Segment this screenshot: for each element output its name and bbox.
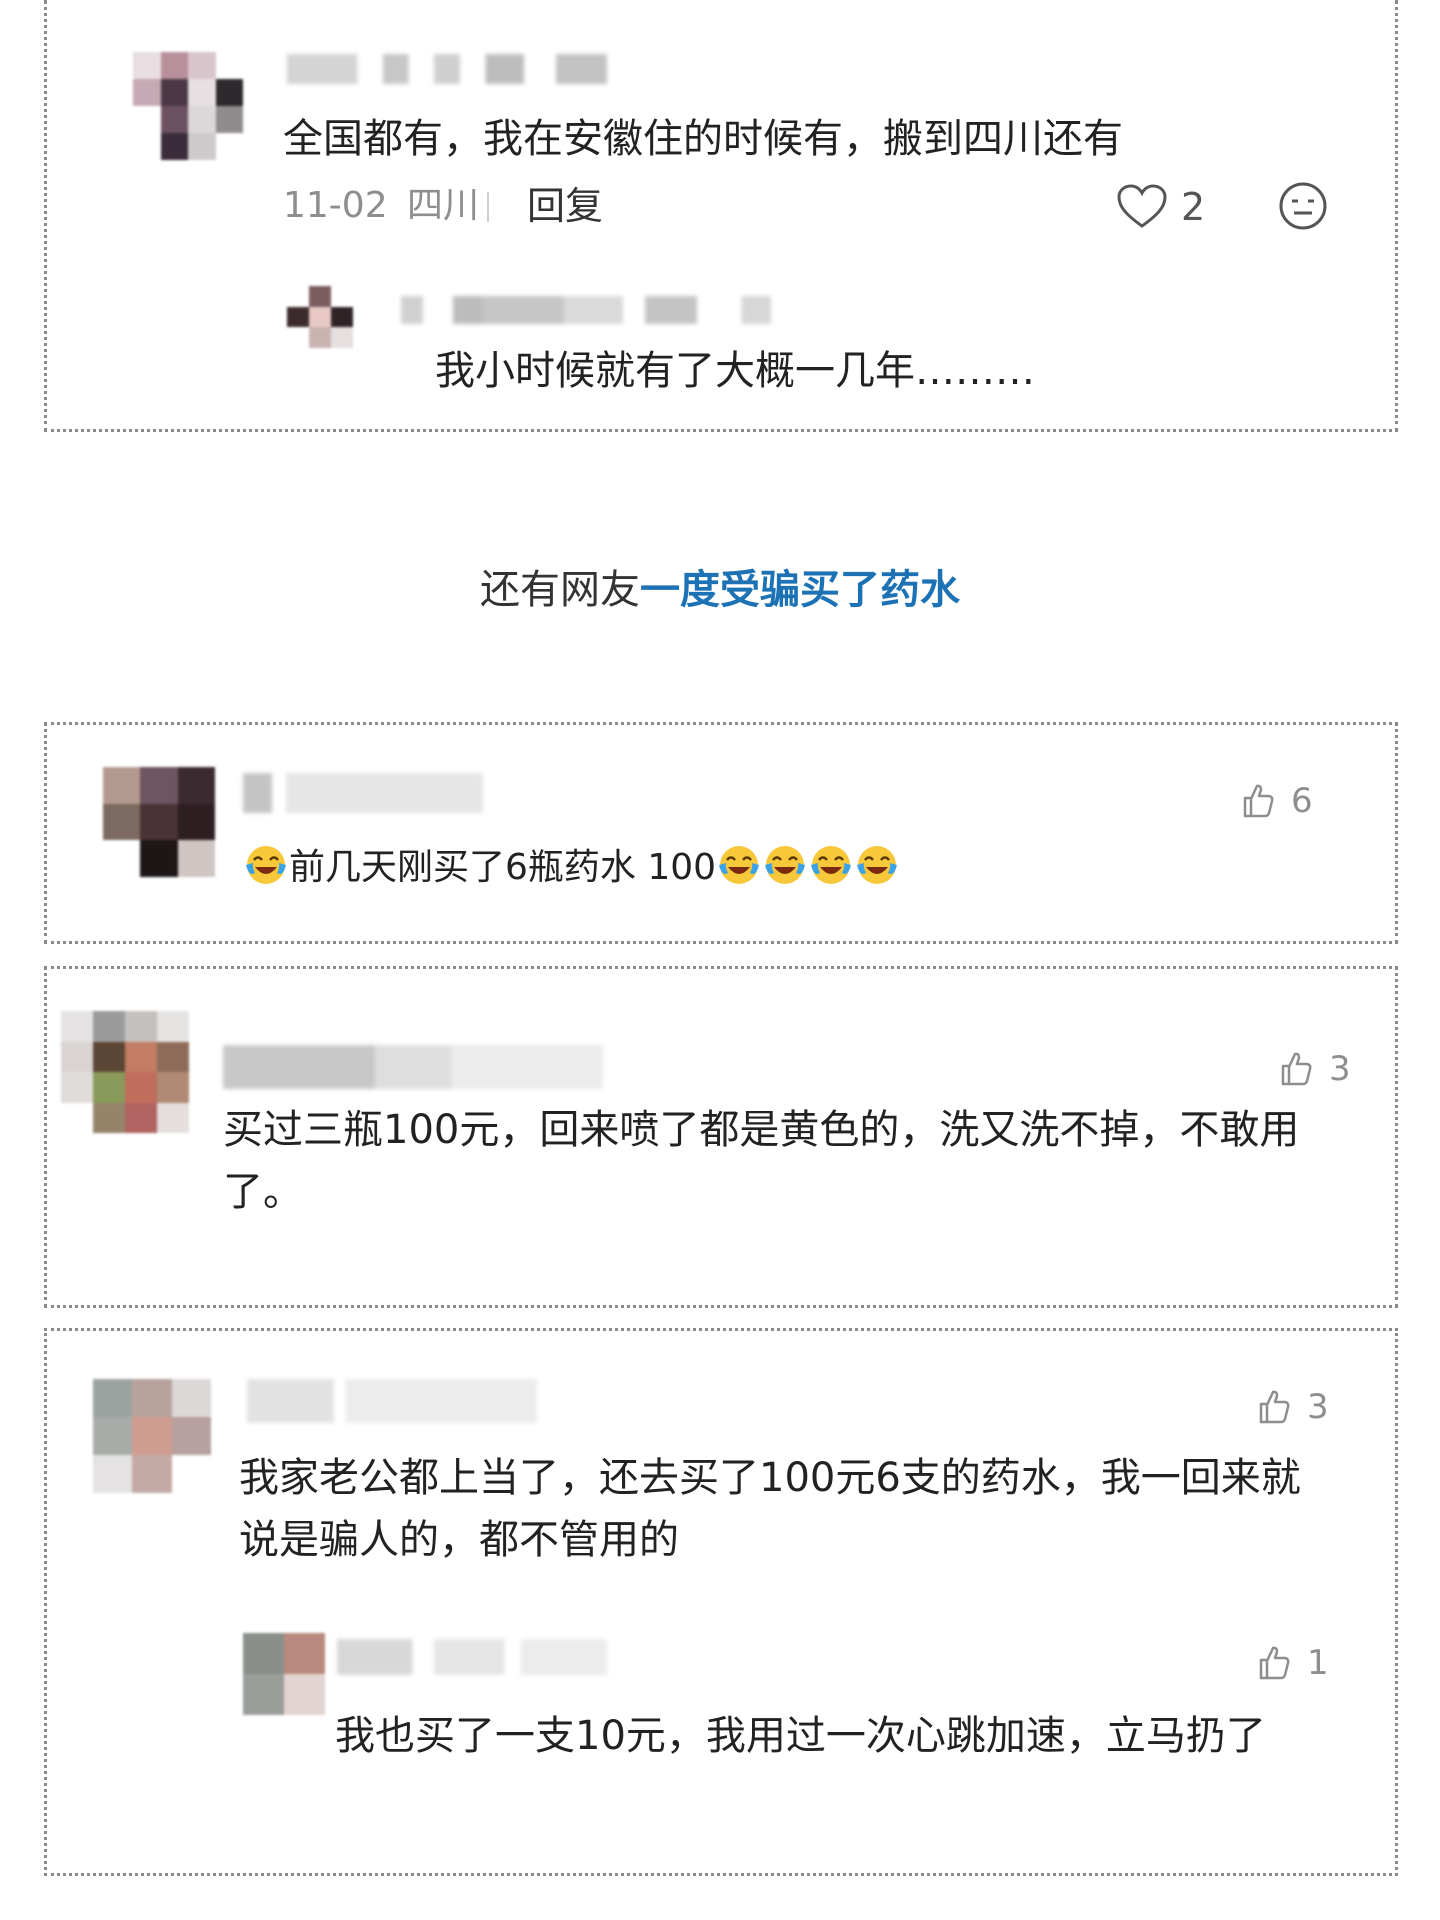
laugh-cry-emoji bbox=[855, 843, 899, 887]
reply-avatar[interactable] bbox=[287, 286, 353, 348]
like-button[interactable]: 3 bbox=[1275, 1049, 1351, 1089]
comment-card-1: 6 前几天刚买了6瓶药水 100 bbox=[44, 722, 1398, 944]
comment-card-2: 3 买过三瓶100元，回来喷了都是黄色的，洗又洗不掉，不敢用了。 bbox=[44, 966, 1398, 1308]
username-blurred[interactable] bbox=[287, 54, 607, 84]
heart-icon bbox=[1117, 184, 1167, 228]
avatar[interactable] bbox=[61, 1011, 189, 1133]
comment-text-body: 前几天刚买了6瓶药水 100 bbox=[289, 847, 717, 888]
reply-username-blurred[interactable] bbox=[401, 296, 771, 324]
comment-date: 11-02 bbox=[283, 185, 388, 226]
laugh-cry-emoji bbox=[717, 843, 761, 887]
avatar[interactable] bbox=[103, 767, 215, 877]
comment-thread-1: 全国都有，我在安徽住的时候有，搬到四川还有 11-02 四川 回复 2 我小时候… bbox=[44, 0, 1398, 432]
thumbs-up-icon bbox=[1253, 1387, 1293, 1427]
reply-username-blurred[interactable] bbox=[337, 1639, 607, 1675]
reply-text: 我小时候就有了大概一几年……… bbox=[435, 348, 1035, 394]
avatar[interactable] bbox=[93, 1379, 211, 1493]
like-count: 6 bbox=[1291, 781, 1313, 821]
username-blurred[interactable] bbox=[243, 773, 483, 813]
like-count: 2 bbox=[1181, 185, 1206, 229]
thumbs-up-icon bbox=[1275, 1049, 1315, 1089]
section-headline: 还有网友一度受骗买了药水 bbox=[0, 565, 1440, 615]
laugh-cry-emoji bbox=[809, 843, 853, 887]
laugh-cry-emoji bbox=[763, 843, 807, 887]
username-blurred[interactable] bbox=[247, 1379, 537, 1423]
like-button[interactable]: 6 bbox=[1237, 781, 1313, 821]
like-button[interactable]: 1 bbox=[1253, 1643, 1329, 1683]
thumbs-up-icon bbox=[1237, 781, 1277, 821]
like-count: 3 bbox=[1329, 1049, 1351, 1089]
like-button[interactable]: 2 bbox=[1117, 184, 1205, 230]
comment-text: 我家老公都上当了，还去买了100元6支的药水，我一回来就说是骗人的，都不管用的 bbox=[239, 1455, 1301, 1563]
comment-text: 前几天刚买了6瓶药水 100 bbox=[243, 837, 900, 899]
thumbs-up-icon bbox=[1253, 1643, 1293, 1683]
username-blurred[interactable] bbox=[223, 1045, 603, 1089]
like-count: 3 bbox=[1307, 1387, 1329, 1427]
comment-location: 四川 bbox=[407, 185, 480, 226]
meta-divider bbox=[487, 192, 489, 222]
comment-text: 买过三瓶100元，回来喷了都是黄色的，洗又洗不掉，不敢用了。 bbox=[223, 1107, 1300, 1215]
headline-highlight: 一度受骗买了药水 bbox=[640, 567, 960, 613]
avatar[interactable] bbox=[133, 52, 243, 160]
like-count: 1 bbox=[1307, 1643, 1329, 1683]
reply-text: 我也买了一支10元，我用过一次心跳加速，立马扔了 bbox=[335, 1713, 1266, 1759]
comment-text: 全国都有，我在安徽住的时候有，搬到四川还有 bbox=[283, 116, 1123, 162]
headline-text: 还有网友 bbox=[480, 567, 640, 613]
reply-avatar[interactable] bbox=[243, 1633, 325, 1715]
emoji-reaction-icon[interactable] bbox=[1277, 180, 1329, 232]
reply-button[interactable]: 回复 bbox=[527, 186, 603, 226]
laugh-cry-emoji bbox=[244, 843, 288, 887]
comment-card-3: 3 我家老公都上当了，还去买了100元6支的药水，我一回来就说是骗人的，都不管用… bbox=[44, 1328, 1398, 1876]
like-button[interactable]: 3 bbox=[1253, 1387, 1329, 1427]
